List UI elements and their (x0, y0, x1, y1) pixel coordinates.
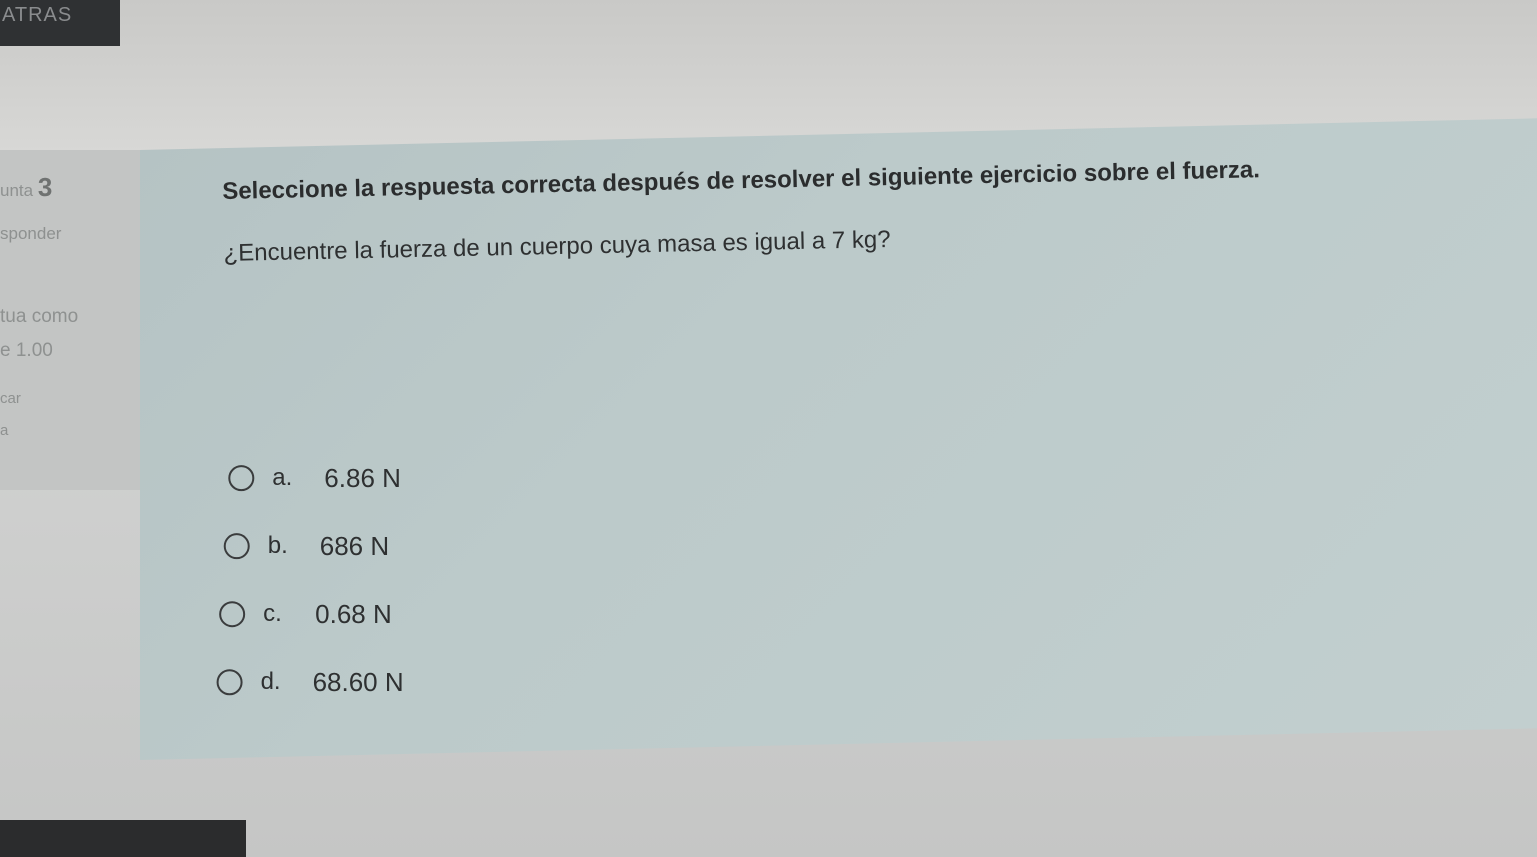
question-number-value: 3 (37, 172, 53, 202)
footer-bar (0, 820, 246, 857)
radio-button-d[interactable] (216, 669, 243, 696)
answer-options: a. 6.86 N b. 686 N c. 0.68 N d. 68.60 N (216, 442, 406, 718)
radio-button-b[interactable] (223, 533, 250, 560)
question-info-sidebar: unta 3 sponder tua como e 1.00 car a (0, 150, 150, 490)
radio-button-a[interactable] (228, 465, 255, 492)
answer-letter: d. (260, 668, 281, 696)
back-button[interactable]: ATRAS (0, 0, 120, 46)
question-status: sponder (0, 224, 62, 243)
question-grade-label: tua como (0, 306, 79, 327)
answer-letter: b. (267, 532, 288, 560)
radio-button-c[interactable] (219, 601, 246, 628)
question-grade-value: e 1.00 (0, 340, 53, 361)
answer-option-b[interactable]: b. 686 N (223, 512, 403, 580)
answer-value: 686 N (319, 530, 390, 561)
answer-letter: c. (263, 600, 282, 628)
answer-option-d[interactable]: d. 68.60 N (216, 648, 406, 716)
answer-value: 6.86 N (324, 462, 401, 493)
answer-option-a[interactable]: a. 6.86 N (228, 444, 401, 512)
question-number: unta 3 (0, 172, 52, 203)
answer-option-c[interactable]: c. 0.68 N (219, 580, 404, 648)
question-number-prefix: unta (0, 181, 34, 200)
back-button-label: ATRAS (2, 4, 73, 26)
answer-value: 0.68 N (315, 598, 392, 629)
answer-letter: a. (272, 464, 293, 492)
answer-value: 68.60 N (312, 666, 404, 697)
flag-question-sub: a (0, 422, 9, 439)
flag-question-link[interactable]: car (0, 390, 21, 407)
